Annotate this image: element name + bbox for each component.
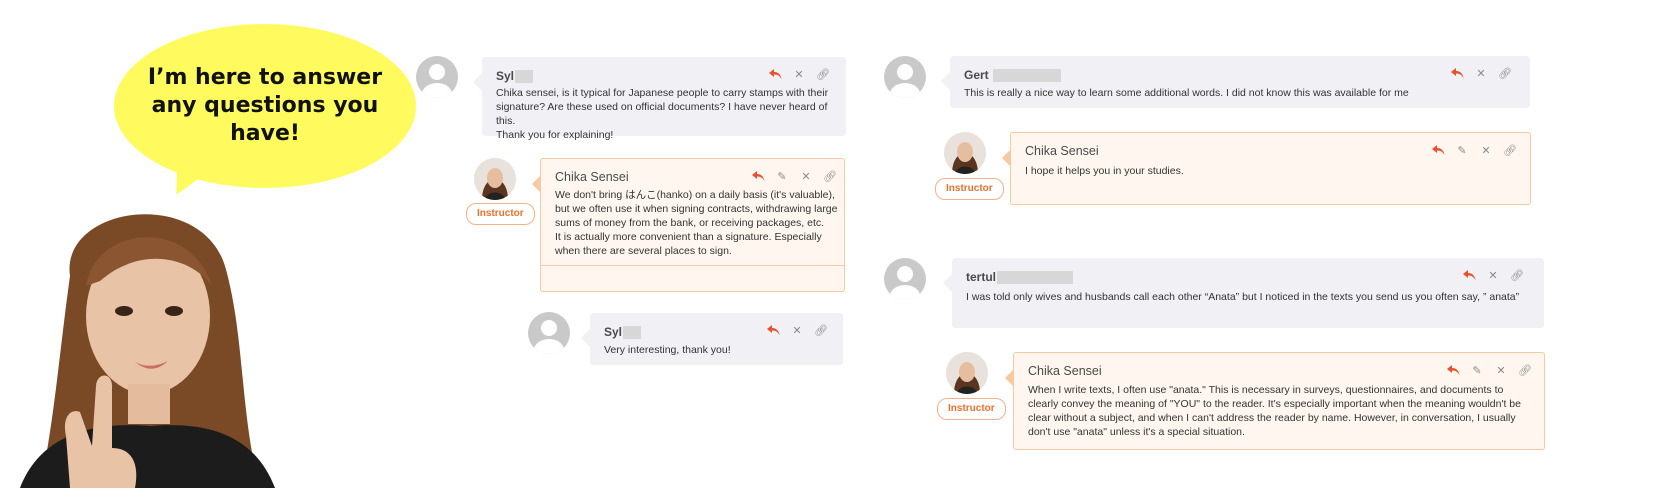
delete-icon[interactable]: ✕: [1474, 66, 1488, 80]
delete-icon[interactable]: ✕: [1486, 268, 1500, 282]
redacted-name: [992, 69, 1061, 83]
instructor-badge: Instructor: [937, 398, 1006, 420]
instructor-avatar: [946, 352, 988, 394]
reply-actions: ✎ ✕ 🔗︎: [1446, 363, 1532, 377]
reply-text: When I write texts, I often use "anata."…: [1028, 384, 1521, 438]
user-avatar-icon: [416, 56, 458, 98]
comment-text: I was told only wives and husbands call …: [966, 291, 1520, 303]
reply-author: Chika Sensei: [1025, 144, 1099, 158]
reply-icon[interactable]: [768, 67, 782, 81]
comment-actions: ✕ 🔗︎: [1462, 268, 1524, 282]
instructor-badge: Instructor: [935, 178, 1004, 200]
reply-card: Chika Sensei ✎ ✕ 🔗︎ We don't bring はんこ(h…: [532, 158, 845, 292]
reply-actions: ✎ ✕ 🔗︎: [751, 169, 837, 183]
reply-card: Chika Sensei ✎ ✕ 🔗︎ I hope it helps you …: [1002, 132, 1531, 205]
comment-author: Gert: [964, 68, 989, 82]
speech-bubble-text: I’m here to answer any questions you hav…: [147, 65, 383, 146]
link-icon[interactable]: 🔗︎: [1498, 66, 1512, 80]
reply-author: Chika Sensei: [555, 170, 629, 184]
reply-icon[interactable]: [751, 169, 765, 183]
reply-icon[interactable]: [1431, 143, 1445, 157]
comment-card: Gert ✕ 🔗︎ This is really a nice way to l…: [941, 56, 1530, 108]
delete-icon[interactable]: ✕: [1479, 143, 1493, 157]
comment-card: Syl ✕ 🔗︎ Chika sensei, is it typical for…: [473, 57, 846, 141]
reply-card: Chika Sensei ✎ ✕ 🔗︎ When I write texts, …: [1005, 352, 1545, 450]
comment-text: This is really a nice way to learn some …: [964, 87, 1409, 99]
instructor-avatar: [474, 158, 516, 200]
instructor-avatar: [944, 132, 986, 174]
delete-icon[interactable]: ✕: [799, 169, 813, 183]
reply-text: We don't bring はんこ(hanko) on a daily bas…: [555, 189, 838, 257]
comment-author: tertul: [966, 270, 996, 284]
comment-card: tertul ✕ 🔗︎ I was told only wives and hu…: [943, 258, 1544, 328]
redacted-name: [623, 326, 642, 340]
comment-author: Syl: [496, 69, 515, 83]
edit-icon[interactable]: ✎: [1470, 363, 1484, 377]
link-icon[interactable]: 🔗︎: [1510, 268, 1524, 282]
reply-icon[interactable]: [1446, 363, 1460, 377]
comment-text: Very interesting, thank you!: [604, 344, 731, 356]
link-icon[interactable]: 🔗︎: [823, 169, 837, 183]
comment-actions: ✕ 🔗︎: [768, 67, 830, 81]
edit-icon[interactable]: ✎: [775, 169, 789, 183]
redacted-name: [515, 70, 534, 84]
comment-card: Syl ✕ 🔗︎ Very interesting, thank you!: [581, 313, 843, 365]
user-avatar-icon: [884, 258, 926, 300]
reply-text: I hope it helps you in your studies.: [1025, 165, 1184, 177]
reply-actions: ✎ ✕ 🔗︎: [1431, 143, 1517, 157]
instructor-portrait: [20, 214, 275, 488]
delete-icon[interactable]: ✕: [792, 67, 806, 81]
link-icon[interactable]: 🔗︎: [816, 67, 830, 81]
delete-icon[interactable]: ✕: [790, 323, 804, 337]
link-icon[interactable]: 🔗︎: [1503, 143, 1517, 157]
reply-divider: [541, 265, 844, 266]
instructor-badge: Instructor: [466, 203, 535, 225]
link-icon[interactable]: 🔗︎: [814, 323, 828, 337]
redacted-name: [997, 271, 1073, 285]
user-avatar-icon: [528, 312, 570, 354]
reply-icon[interactable]: [1450, 66, 1464, 80]
comment-actions: ✕ 🔗︎: [1450, 66, 1512, 80]
reply-author: Chika Sensei: [1028, 364, 1102, 378]
comment-text: Chika sensei, is it typical for Japanese…: [496, 87, 829, 141]
comment-actions: ✕ 🔗︎: [766, 323, 828, 337]
edit-icon[interactable]: ✎: [1455, 143, 1469, 157]
user-avatar-icon: [884, 56, 926, 98]
link-icon[interactable]: 🔗︎: [1518, 363, 1532, 377]
speech-bubble: I’m here to answer any questions you hav…: [114, 24, 416, 188]
comment-author: Syl: [604, 325, 623, 339]
reply-icon[interactable]: [766, 323, 780, 337]
delete-icon[interactable]: ✕: [1494, 363, 1508, 377]
reply-icon[interactable]: [1462, 268, 1476, 282]
